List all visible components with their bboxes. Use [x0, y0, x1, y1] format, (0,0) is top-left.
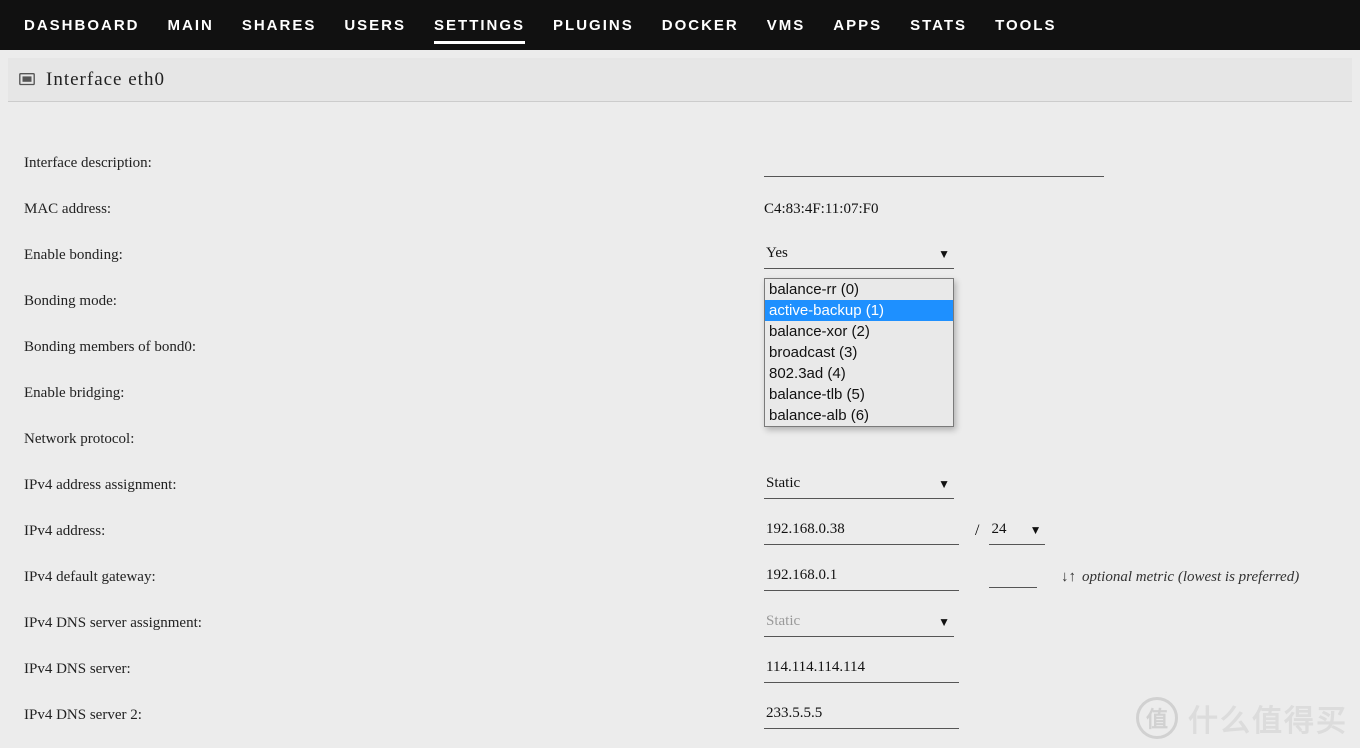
interface-icon [18, 71, 36, 89]
label-ipv4-gateway: IPv4 default gateway: [24, 569, 764, 586]
input-gateway-metric[interactable] [989, 566, 1037, 588]
row-enable-bonding: Enable bonding: ▼ [24, 232, 1360, 278]
label-ipv4-dns1: IPv4 DNS server: [24, 661, 764, 678]
watermark: 值 什么值得买 [1136, 696, 1348, 740]
input-ipv4-gateway[interactable] [764, 563, 959, 591]
row-mac-address: MAC address: C4:83:4F:11:07:F0 [24, 186, 1360, 232]
nav-tab-docker[interactable]: DOCKER [648, 0, 753, 50]
row-ipv4-assignment: IPv4 address assignment: ▼ [24, 462, 1360, 508]
nav-tab-dashboard[interactable]: DASHBOARD [10, 0, 154, 50]
label-mac-address: MAC address: [24, 201, 764, 218]
row-network-protocol: Network protocol: [24, 416, 1360, 462]
label-ipv4-dns-assignment: IPv4 DNS server assignment: [24, 615, 764, 632]
nav-tab-tools[interactable]: TOOLS [981, 0, 1070, 50]
bonding-mode-option[interactable]: 802.3ad (4) [765, 363, 953, 384]
select-ipv4-assignment[interactable] [764, 471, 954, 499]
label-network-protocol: Network protocol: [24, 431, 764, 448]
label-bonding-members: Bonding members of bond0: [24, 339, 764, 356]
row-bonding-members: Bonding members of bond0: [24, 324, 1360, 370]
bonding-mode-option[interactable]: balance-tlb (5) [765, 384, 953, 405]
input-ipv4-dns2[interactable] [764, 701, 959, 729]
row-ipv4-gateway: IPv4 default gateway: ↓↑ optional metric… [24, 554, 1360, 600]
bonding-mode-option[interactable]: balance-alb (6) [765, 405, 953, 426]
bonding-mode-option[interactable]: balance-xor (2) [765, 321, 953, 342]
watermark-text: 什么值得买 [1188, 696, 1348, 740]
label-interface-description: Interface description: [24, 155, 764, 172]
row-enable-bridging: Enable bridging: [24, 370, 1360, 416]
select-ipv4-mask[interactable] [989, 517, 1045, 545]
label-ipv4-address: IPv4 address: [24, 523, 764, 540]
bonding-mode-option[interactable]: active-backup (1) [765, 300, 953, 321]
nav-tab-shares[interactable]: SHARES [228, 0, 331, 50]
watermark-badge-icon: 值 [1136, 697, 1178, 739]
top-nav: DASHBOARD MAIN SHARES USERS SETTINGS PLU… [0, 0, 1360, 50]
nav-tab-plugins[interactable]: PLUGINS [539, 0, 648, 50]
gateway-metric-hint: ↓↑ optional metric (lowest is preferred) [1061, 569, 1299, 586]
bonding-mode-option[interactable]: balance-rr (0) [765, 279, 953, 300]
select-ipv4-dns-assignment[interactable] [764, 609, 954, 637]
form-area: Interface description: MAC address: C4:8… [0, 102, 1360, 738]
input-ipv4-address[interactable] [764, 517, 959, 545]
row-bonding-mode: Bonding mode: ▼ [24, 278, 1360, 324]
row-interface-description: Interface description: [24, 140, 1360, 186]
label-enable-bonding: Enable bonding: [24, 247, 764, 264]
nav-tab-settings[interactable]: SETTINGS [420, 0, 539, 50]
label-ipv4-assignment: IPv4 address assignment: [24, 477, 764, 494]
nav-tab-stats[interactable]: STATS [896, 0, 981, 50]
mask-separator: / [975, 522, 979, 540]
row-ipv4-dns1: IPv4 DNS server: [24, 646, 1360, 692]
section-header: Interface eth0 [8, 58, 1352, 102]
nav-tab-apps[interactable]: APPS [819, 0, 896, 50]
row-ipv4-address: IPv4 address: / ▼ [24, 508, 1360, 554]
row-ipv4-dns-assignment: IPv4 DNS server assignment: ▼ [24, 600, 1360, 646]
label-bonding-mode: Bonding mode: [24, 293, 764, 310]
value-mac-address: C4:83:4F:11:07:F0 [764, 201, 878, 218]
nav-tab-users[interactable]: USERS [330, 0, 420, 50]
select-enable-bonding[interactable] [764, 241, 954, 269]
label-enable-bridging: Enable bridging: [24, 385, 764, 402]
label-ipv4-dns2: IPv4 DNS server 2: [24, 707, 764, 724]
input-interface-description[interactable] [764, 149, 1104, 177]
nav-tab-main[interactable]: MAIN [154, 0, 228, 50]
bonding-mode-dropdown[interactable]: balance-rr (0) active-backup (1) balance… [764, 278, 954, 427]
bonding-mode-option[interactable]: broadcast (3) [765, 342, 953, 363]
nav-tab-vms[interactable]: VMS [753, 0, 820, 50]
sort-icon: ↓↑ [1061, 569, 1076, 586]
input-ipv4-dns1[interactable] [764, 655, 959, 683]
section-title: Interface eth0 [46, 69, 165, 91]
